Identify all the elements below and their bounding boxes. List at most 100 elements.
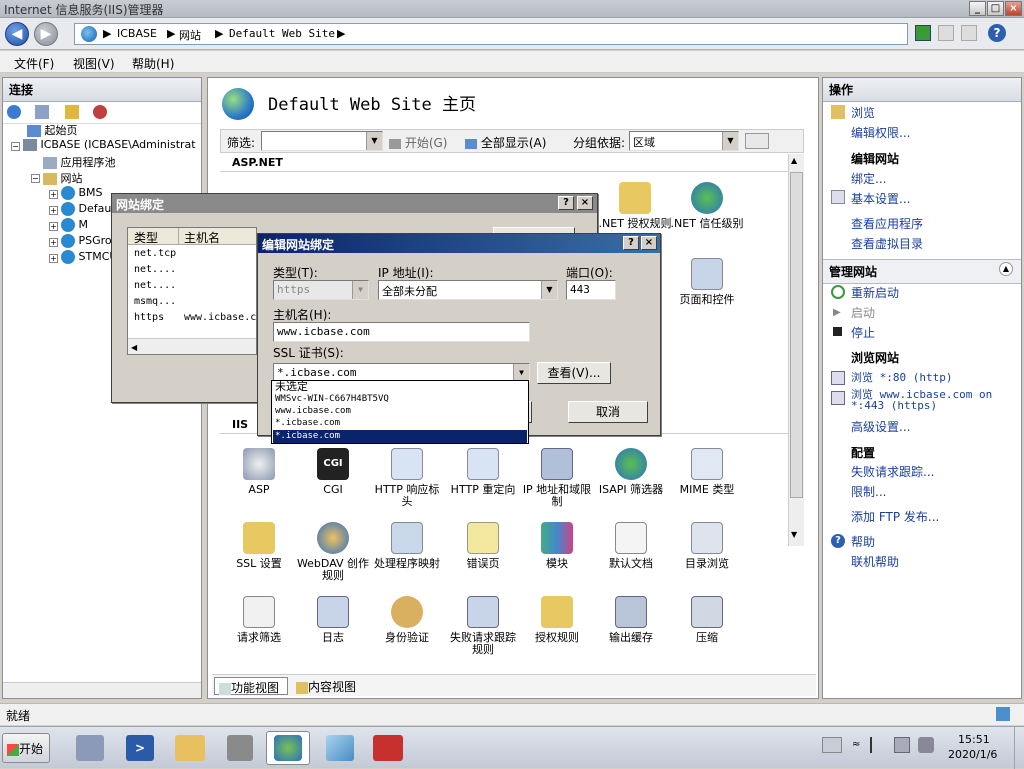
help-button[interactable]: ? (623, 236, 639, 250)
host-input[interactable]: www.icbase.com (273, 322, 530, 342)
clock-date[interactable]: 2020/1/6 (948, 748, 997, 761)
view-cert-button[interactable]: 查看(V)... (537, 362, 611, 384)
tab-features-view[interactable]: 功能视图 (214, 677, 288, 695)
feature-asp[interactable]: ASP (222, 448, 296, 496)
tree-item-start[interactable]: 起始页 (27, 122, 78, 138)
taskbar-server-manager[interactable] (68, 731, 112, 765)
action-restart[interactable]: 重新启动 (851, 284, 899, 304)
start-button[interactable]: 开始 (2, 733, 50, 763)
feature-auth[interactable]: 身份验证 (370, 596, 444, 644)
table-row[interactable]: msmq... (134, 296, 176, 307)
taskbar-app[interactable] (318, 731, 362, 765)
feature-isapi[interactable]: ISAPI 筛选器 (594, 448, 668, 496)
taskbar-powershell[interactable]: > (118, 731, 162, 765)
action-view-apps[interactable]: 查看应用程序 (851, 215, 923, 235)
clock-time[interactable]: 15:51 (958, 733, 990, 746)
expand-toggle[interactable]: − (31, 174, 40, 183)
feature-authz[interactable]: 授权规则 (520, 596, 594, 644)
menu-file[interactable]: 文件(F) (14, 55, 54, 72)
tree-item-server[interactable]: ICBASE (ICBASE\Administrat (23, 138, 196, 154)
vertical-scrollbar[interactable]: ▲ ▼ (788, 154, 804, 546)
column-type[interactable]: 类型 (134, 229, 158, 246)
action-basic-settings[interactable]: 基本设置... (851, 190, 910, 210)
network-tray-icon[interactable] (894, 737, 910, 753)
tree-item-site[interactable]: BMS (61, 186, 103, 202)
expand-toggle[interactable]: + (49, 254, 58, 263)
forward-button[interactable]: ▶ (34, 22, 58, 46)
refresh-icon[interactable] (915, 25, 931, 41)
port-input[interactable]: 443 (566, 280, 616, 300)
table-row[interactable]: net.tcp (134, 248, 176, 259)
tree-item-apppools[interactable]: 应用程序池 (43, 154, 116, 170)
groupby-select[interactable]: 区域 ▼ (629, 131, 739, 151)
action-start[interactable]: 启动 (851, 304, 875, 324)
feature-ip-restrict[interactable]: IP 地址和域限制 (520, 448, 594, 508)
scroll-thumb[interactable] (790, 172, 803, 498)
feature-request-filter[interactable]: 请求筛选 (222, 596, 296, 644)
feature-compression[interactable]: 压缩 (670, 596, 744, 644)
action-browse-443[interactable]: 浏览 www.icbase.com on (851, 386, 992, 401)
action-browse-443-line2[interactable]: *:443 (https) (851, 399, 937, 419)
show-all-button[interactable]: 全部显示(A) (465, 134, 546, 151)
tab-content-view[interactable]: 内容视图 (292, 677, 372, 695)
flag-icon[interactable] (870, 737, 884, 753)
keyboard-icon[interactable] (822, 737, 842, 753)
expand-toggle[interactable]: + (49, 238, 58, 247)
back-button[interactable]: ◀ (5, 22, 29, 46)
crumb-icbase[interactable]: ICBASE (117, 27, 157, 40)
taskbar-iis-manager[interactable] (266, 731, 310, 765)
horizontal-scrollbar[interactable]: ◀ (128, 338, 256, 354)
expand-toggle[interactable]: + (49, 222, 58, 231)
table-row[interactable]: net.... (134, 264, 176, 275)
taskbar-tools[interactable] (218, 731, 262, 765)
type-select[interactable]: https ▼ (273, 280, 369, 300)
action-view-vdirs[interactable]: 查看虚拟目录 (851, 235, 923, 255)
expand-toggle[interactable]: − (11, 142, 20, 151)
crumb-default-site[interactable]: Default Web Site (229, 27, 335, 40)
feature-modules[interactable]: 模块 (520, 522, 594, 570)
close-button[interactable]: × (641, 236, 657, 250)
action-add-ftp[interactable]: 添加 FTP 发布... (851, 508, 939, 528)
feature-webdav[interactable]: WebDAV 创作规则 (296, 522, 370, 582)
feature-failed-req[interactable]: 失败请求跟踪规则 (446, 596, 520, 656)
action-failed-tracing[interactable]: 失败请求跟踪... (851, 463, 934, 483)
feature-handlers[interactable]: 处理程序映射 (370, 522, 444, 570)
horizontal-scrollbar[interactable] (3, 682, 201, 698)
home-icon[interactable] (961, 25, 977, 41)
start-button[interactable]: 开始(G) (389, 134, 448, 151)
close-button[interactable]: × (577, 196, 593, 210)
action-stop[interactable]: 停止 (851, 324, 875, 344)
view-toggle-icon[interactable] (745, 133, 769, 149)
action-bindings[interactable]: 绑定... (851, 170, 886, 190)
table-row[interactable]: net.... (134, 280, 176, 291)
ssl-option[interactable]: *.icbase.com (273, 417, 527, 429)
feature-net-auth[interactable]: .NET 授权规则 (598, 182, 672, 230)
action-browse[interactable]: 浏览 (851, 104, 875, 124)
feature-default-doc[interactable]: 默认文档 (594, 522, 668, 570)
taskbar-toolbox[interactable] (366, 731, 410, 765)
action-limits[interactable]: 限制... (851, 483, 886, 503)
ssl-option[interactable]: WMSvc-WIN-C667H4BT5VQ (273, 393, 527, 405)
connect-icon[interactable] (7, 105, 21, 119)
ip-select[interactable]: 全部未分配 ▼ (378, 280, 558, 300)
feature-http-headers[interactable]: HTTP 响应标头 (370, 448, 444, 508)
folder-up-icon[interactable] (65, 105, 79, 119)
action-online-help[interactable]: 联机帮助 (851, 553, 899, 573)
ssl-option[interactable]: www.icbase.com (273, 405, 527, 417)
expand-toggle[interactable]: + (49, 206, 58, 215)
table-cell-host[interactable]: www.icbase.c (184, 312, 256, 323)
tree-item-site[interactable]: Defau (61, 202, 111, 218)
save-icon[interactable] (35, 105, 49, 119)
tree-item-sites[interactable]: 网站 (43, 170, 83, 186)
feature-http-redirect[interactable]: HTTP 重定向 (446, 448, 520, 496)
address-bar[interactable]: ▶ ICBASE ▶ 网站 ▶ Default Web Site ▶ (74, 23, 908, 45)
close-button[interactable]: × (1005, 1, 1022, 16)
menu-help[interactable]: 帮助(H) (132, 55, 174, 72)
tree-item-site[interactable]: M (61, 218, 88, 234)
help-icon[interactable]: ? (988, 24, 1006, 42)
feature-logging[interactable]: 日志 (296, 596, 370, 644)
feature-output-cache[interactable]: 输出缓存 (594, 596, 668, 644)
collapse-icon[interactable]: ▲ (999, 262, 1013, 276)
show-hidden-icon[interactable]: ≈ (852, 739, 860, 750)
disconnect-icon[interactable] (93, 105, 107, 119)
